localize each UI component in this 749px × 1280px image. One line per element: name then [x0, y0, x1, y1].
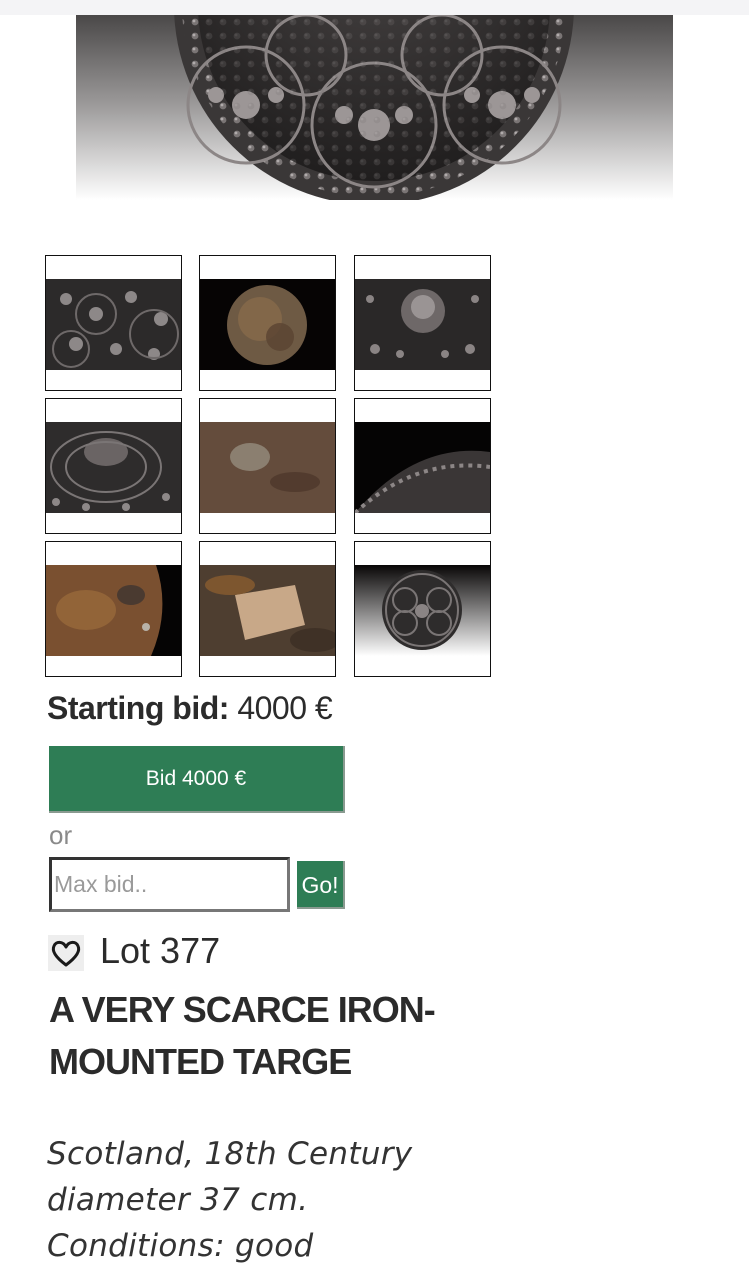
- thumbnail-4[interactable]: [45, 398, 182, 534]
- thumbnail-5[interactable]: [199, 398, 336, 534]
- description-line: diameter 37 cm.: [47, 1182, 309, 1218]
- thumbnail-8[interactable]: [199, 541, 336, 677]
- thumbnail-6[interactable]: [354, 398, 491, 534]
- thumbnail-image: [46, 422, 181, 513]
- max-bid-input[interactable]: [49, 857, 290, 912]
- description-line: Conditions: good: [47, 1228, 314, 1264]
- starting-bid: Starting bid: 4000 €: [47, 690, 333, 727]
- starting-bid-label: Starting bid:: [47, 690, 229, 726]
- thumbnail-9[interactable]: [354, 541, 491, 677]
- lot-number: Lot 377: [100, 930, 221, 971]
- thumbnail-7[interactable]: [45, 541, 182, 677]
- top-bar: [0, 0, 749, 15]
- go-button[interactable]: Go!: [297, 861, 345, 909]
- thumbnail-image: [355, 565, 490, 656]
- thumbnail-image: [200, 279, 335, 370]
- thumbnail-2[interactable]: [199, 255, 336, 391]
- thumbnail-image: [46, 279, 181, 370]
- or-separator: or: [49, 820, 73, 850]
- thumbnail-1[interactable]: [45, 255, 182, 391]
- lot-description: Scotland, 18th Century diameter 37 cm. C…: [47, 1131, 412, 1269]
- lot-title: A VERY SCARCE IRON-MOUNTED TARGE: [49, 989, 436, 1082]
- main-lot-image[interactable]: [76, 15, 673, 200]
- description-line: Scotland, 18th Century: [47, 1136, 413, 1172]
- thumbnail-image: [355, 279, 490, 370]
- bid-button[interactable]: Bid 4000 €: [49, 746, 345, 813]
- thumbnail-3[interactable]: [354, 255, 491, 391]
- starting-bid-value: 4000 €: [237, 690, 333, 726]
- thumbnail-image: [46, 565, 181, 656]
- heart-outline-icon[interactable]: [48, 935, 84, 971]
- thumbnail-image: [200, 422, 335, 513]
- thumbnail-image: [355, 422, 490, 513]
- thumbnail-image: [200, 565, 335, 656]
